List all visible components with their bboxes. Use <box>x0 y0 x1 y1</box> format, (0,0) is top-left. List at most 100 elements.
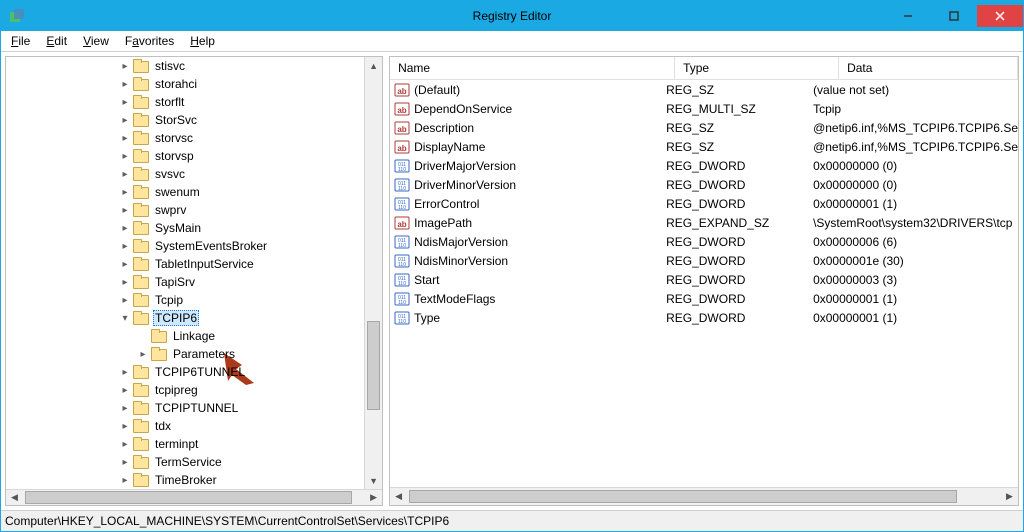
chevron-right-icon[interactable]: ▸ <box>118 401 132 415</box>
menu-view[interactable]: View <box>75 32 117 50</box>
value-type: REG_DWORD <box>658 254 805 268</box>
svg-text:110: 110 <box>398 167 406 173</box>
chevron-right-icon[interactable]: ▸ <box>118 149 132 163</box>
folder-icon <box>133 257 149 271</box>
tree-node[interactable]: ▸tcpipreg <box>6 381 364 399</box>
chevron-right-icon[interactable]: ▸ <box>118 203 132 217</box>
value-row[interactable]: 011110StartREG_DWORD0x00000003 (3) <box>390 270 1018 289</box>
value-name: Start <box>414 273 439 287</box>
scroll-left-icon[interactable]: ◀ <box>6 490 23 505</box>
chevron-right-icon[interactable]: ▸ <box>118 275 132 289</box>
tree-node[interactable]: ▸TabletInputService <box>6 255 364 273</box>
folder-icon <box>133 293 149 307</box>
chevron-right-icon[interactable]: ▸ <box>118 293 132 307</box>
tree-node[interactable]: ▸TCPIP6TUNNEL <box>6 363 364 381</box>
value-row[interactable]: abImagePathREG_EXPAND_SZ\SystemRoot\syst… <box>390 213 1018 232</box>
titlebar[interactable]: Registry Editor <box>1 1 1023 31</box>
chevron-right-icon[interactable]: ▸ <box>118 167 132 181</box>
tree-node[interactable]: ▸SystemEventsBroker <box>6 237 364 255</box>
tree-node[interactable]: ▸storvsp <box>6 147 364 165</box>
chevron-right-icon[interactable]: ▸ <box>118 95 132 109</box>
chevron-right-icon[interactable]: ▸ <box>118 455 132 469</box>
tree-node[interactable]: ▾TCPIP6 <box>6 309 364 327</box>
values-pane: Name Type Data ab(Default)REG_SZ(value n… <box>389 56 1019 506</box>
col-type[interactable]: Type <box>675 57 839 79</box>
chevron-down-icon[interactable]: ▾ <box>118 311 132 325</box>
col-data[interactable]: Data <box>839 57 1018 79</box>
rows-body[interactable]: ab(Default)REG_SZ(value not set)abDepend… <box>390 80 1018 487</box>
values-horizontal-scrollbar[interactable]: ◀ ▶ <box>390 487 1018 505</box>
value-row[interactable]: 011110NdisMajorVersionREG_DWORD0x0000000… <box>390 232 1018 251</box>
value-row[interactable]: abDependOnServiceREG_MULTI_SZTcpip <box>390 99 1018 118</box>
col-name[interactable]: Name <box>390 57 675 79</box>
svg-text:110: 110 <box>398 262 406 268</box>
chevron-right-icon[interactable]: ▸ <box>118 383 132 397</box>
chevron-right-icon[interactable]: ▸ <box>118 365 132 379</box>
minimize-button[interactable] <box>885 5 931 27</box>
scroll-right-icon[interactable]: ▶ <box>365 490 382 505</box>
chevron-right-icon[interactable]: ▸ <box>118 419 132 433</box>
tree-vertical-scrollbar[interactable]: ▲ ▼ <box>364 57 382 489</box>
tree-node[interactable]: ▸TCPIPTUNNEL <box>6 399 364 417</box>
scroll-left-icon[interactable]: ◀ <box>390 488 407 505</box>
chevron-right-icon[interactable]: ▸ <box>118 239 132 253</box>
scroll-up-icon[interactable]: ▲ <box>365 57 382 74</box>
value-data: 0x00000000 (0) <box>805 178 1018 192</box>
tree-node-label: Parameters <box>171 347 237 361</box>
tree-node[interactable]: ▸ Parameters <box>6 345 364 363</box>
folder-icon <box>133 401 149 415</box>
value-row[interactable]: 011110ErrorControlREG_DWORD0x00000001 (1… <box>390 194 1018 213</box>
tree-node[interactable]: ▸swenum <box>6 183 364 201</box>
tree-node[interactable]: ▸swprv <box>6 201 364 219</box>
chevron-right-icon[interactable]: ▸ <box>118 77 132 91</box>
value-row[interactable]: 011110DriverMinorVersionREG_DWORD0x00000… <box>390 175 1018 194</box>
close-button[interactable] <box>977 5 1023 27</box>
chevron-right-icon[interactable]: ▸ <box>118 437 132 451</box>
chevron-right-icon[interactable]: ▸ <box>118 221 132 235</box>
tree-node[interactable]: ▸ storvsc <box>6 129 364 147</box>
chevron-right-icon[interactable]: ▸ <box>136 347 150 361</box>
column-headers[interactable]: Name Type Data <box>390 57 1018 80</box>
tree-node-label: storflt <box>153 95 186 109</box>
tree-node[interactable]: ▸storahci <box>6 75 364 93</box>
chevron-right-icon[interactable]: ▸ <box>118 473 132 487</box>
scroll-right-icon[interactable]: ▶ <box>1001 488 1018 505</box>
folder-icon <box>133 275 149 289</box>
menu-favorites[interactable]: Favorites <box>117 32 182 50</box>
menu-edit[interactable]: Edit <box>38 32 75 50</box>
scroll-down-icon[interactable]: ▼ <box>365 472 382 489</box>
chevron-right-icon[interactable]: ▸ <box>118 131 132 145</box>
tree-node[interactable]: Linkage <box>6 327 364 345</box>
tree-node[interactable]: ▸Tcpip <box>6 291 364 309</box>
tree-horizontal-scrollbar[interactable]: ◀ ▶ <box>6 489 382 505</box>
tree-body[interactable]: ▸stisvc▸storahci▸storflt▸StorSvc▸storvsc… <box>6 57 364 489</box>
tree-node[interactable]: ▸ storflt <box>6 93 364 111</box>
tree-node[interactable]: ▸SysMain <box>6 219 364 237</box>
tree-node-label: storvsc <box>153 131 195 145</box>
chevron-right-icon[interactable]: ▸ <box>118 113 132 127</box>
menu-file[interactable]: File <box>3 32 38 50</box>
chevron-right-icon[interactable]: ▸ <box>118 257 132 271</box>
maximize-button[interactable] <box>931 5 977 27</box>
tree-node[interactable]: ▸stisvc <box>6 57 364 75</box>
chevron-right-icon[interactable]: ▸ <box>118 185 132 199</box>
tree-node[interactable]: ▸terminpt <box>6 435 364 453</box>
string-value-icon: ab <box>394 215 410 231</box>
value-row[interactable]: 011110DriverMajorVersionREG_DWORD0x00000… <box>390 156 1018 175</box>
value-row[interactable]: 011110NdisMinorVersionREG_DWORD0x0000001… <box>390 251 1018 270</box>
tree-node[interactable]: ▸tdx <box>6 417 364 435</box>
folder-icon <box>133 311 149 325</box>
value-row[interactable]: abDisplayNameREG_SZ@netip6.inf,%MS_TCPIP… <box>390 137 1018 156</box>
value-row[interactable]: ab(Default)REG_SZ(value not set) <box>390 80 1018 99</box>
tree-node[interactable]: ▸svsvc <box>6 165 364 183</box>
value-row[interactable]: abDescriptionREG_SZ@netip6.inf,%MS_TCPIP… <box>390 118 1018 137</box>
tree-node[interactable]: ▸StorSvc <box>6 111 364 129</box>
tree-node[interactable]: ▸TermService <box>6 453 364 471</box>
value-row[interactable]: 011110TypeREG_DWORD0x00000001 (1) <box>390 308 1018 327</box>
value-type: REG_DWORD <box>658 292 805 306</box>
menu-help[interactable]: Help <box>182 32 223 50</box>
chevron-right-icon[interactable]: ▸ <box>118 59 132 73</box>
tree-node[interactable]: ▸TimeBroker <box>6 471 364 489</box>
value-row[interactable]: 011110TextModeFlagsREG_DWORD0x00000001 (… <box>390 289 1018 308</box>
tree-node[interactable]: ▸TapiSrv <box>6 273 364 291</box>
